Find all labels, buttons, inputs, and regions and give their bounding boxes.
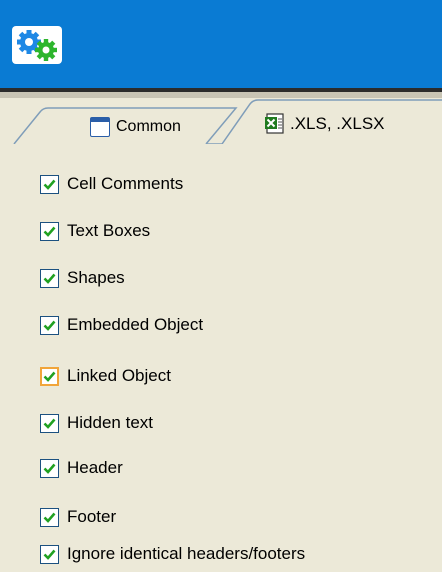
ignore-identical-headers-footers-label: Ignore identical headers/footers: [67, 544, 306, 563]
shapes-checkbox[interactable]: [40, 268, 59, 288]
embedded-object-checkbox[interactable]: [40, 315, 59, 335]
header-option[interactable]: Header: [40, 455, 123, 481]
embedded-object-label: Embedded Object: [67, 315, 204, 334]
ignore-identical-headers-footers-checkbox[interactable]: [40, 544, 59, 564]
app-header: [0, 0, 442, 88]
tab-xls-xlsx[interactable]: .XLS, .XLSX: [264, 110, 385, 138]
linked-object-option[interactable]: Linked Object: [40, 363, 171, 389]
header-label: Header: [67, 458, 123, 477]
footer-checkbox[interactable]: [40, 507, 59, 527]
check-icon: [43, 371, 56, 382]
hidden-text-label: Hidden text: [67, 413, 153, 432]
text-boxes-option[interactable]: Text Boxes: [40, 218, 150, 244]
check-icon: [43, 463, 56, 474]
ignore-identical-headers-footers-option[interactable]: Ignore identical headers/footers: [40, 541, 305, 567]
header-checkbox[interactable]: [40, 458, 59, 478]
check-icon: [43, 273, 56, 284]
text-boxes-label: Text Boxes: [67, 221, 151, 240]
check-icon: [43, 179, 56, 190]
check-icon: [43, 418, 56, 429]
linked-object-checkbox[interactable]: [40, 366, 59, 386]
embedded-object-option[interactable]: Embedded Object: [40, 312, 203, 338]
footer-label: Footer: [67, 507, 117, 526]
cell-comments-option[interactable]: Cell Comments: [40, 171, 183, 197]
tab-common[interactable]: Common: [90, 113, 181, 141]
shapes-option[interactable]: Shapes: [40, 265, 125, 291]
hidden-text-checkbox[interactable]: [40, 413, 59, 433]
shapes-label: Shapes: [67, 268, 125, 287]
check-icon: [43, 226, 56, 237]
linked-object-label: Linked Object: [67, 366, 171, 385]
gears-icon: [12, 26, 62, 64]
text-boxes-checkbox[interactable]: [40, 221, 59, 241]
check-icon: [43, 549, 56, 560]
cell-comments-checkbox[interactable]: [40, 174, 59, 194]
check-icon: [43, 320, 56, 331]
tab-xls-label: .XLS, .XLSX: [290, 114, 385, 133]
cell-comments-label: Cell Comments: [67, 174, 184, 193]
window-icon: [90, 117, 110, 137]
options-panel: Cell Comments Text Boxes Shapes Embedded…: [0, 144, 442, 572]
excel-file-icon: [264, 113, 286, 135]
tab-common-label: Common: [116, 118, 181, 135]
footer-option[interactable]: Footer: [40, 504, 116, 530]
hidden-text-option[interactable]: Hidden text: [40, 410, 153, 436]
check-icon: [43, 512, 56, 523]
